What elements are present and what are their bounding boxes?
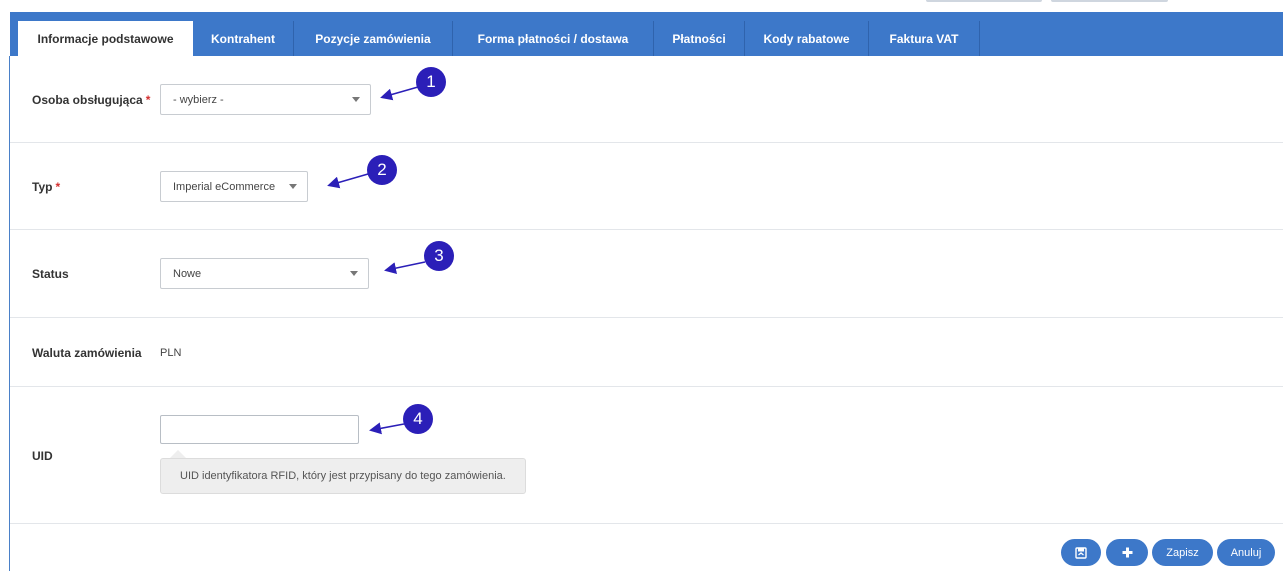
button-label: Anuluj xyxy=(1230,546,1262,559)
tab-label: Płatności xyxy=(672,31,726,46)
row-waluta: Waluta zamówienia PLN xyxy=(10,318,1283,387)
typ-select[interactable]: Imperial eCommerce xyxy=(160,171,308,202)
marker-number: 1 xyxy=(426,72,436,91)
tab-forma-platnosci[interactable]: Forma płatności / dostawa xyxy=(453,21,654,56)
annotation-marker-2: 2 xyxy=(367,155,397,185)
required-mark: * xyxy=(145,93,151,107)
uid-input[interactable] xyxy=(160,415,359,444)
save-return-icon xyxy=(1075,546,1087,559)
tab-faktura-vat[interactable]: Faktura VAT xyxy=(869,21,980,56)
tab-label: Pozycje zamówienia xyxy=(315,31,431,46)
field-label: Osoba obsługująca * xyxy=(32,93,150,107)
label-text: Osoba obsługująca xyxy=(32,93,143,107)
annotation-marker-3: 3 xyxy=(424,241,454,271)
tab-label: Faktura VAT xyxy=(889,31,959,46)
page: Informacje podstawowe Kontrahent Pozycje… xyxy=(0,0,1283,571)
caret-down-icon xyxy=(350,271,358,276)
tab-pozycje-zamowienia[interactable]: Pozycje zamówienia xyxy=(294,21,453,56)
add-button[interactable] xyxy=(1106,539,1148,566)
field-label: Typ * xyxy=(32,180,60,194)
uid-help-tooltip: UID identyfikatora RFID, który jest przy… xyxy=(160,458,526,494)
tab-label: Informacje podstawowe xyxy=(37,32,174,46)
caret-down-icon xyxy=(289,184,297,189)
tab-informacje-podstawowe[interactable]: Informacje podstawowe xyxy=(18,21,193,57)
field-label: Status xyxy=(32,267,69,281)
field-label: Waluta zamówienia xyxy=(32,346,142,360)
tab-platnosci[interactable]: Płatności xyxy=(654,21,745,56)
tab-label: Kody rabatowe xyxy=(763,31,850,46)
required-mark: * xyxy=(55,180,61,194)
caret-down-icon xyxy=(352,97,360,102)
top-button-edge[interactable] xyxy=(1051,0,1168,2)
select-value: Imperial eCommerce xyxy=(173,180,276,193)
tab-bar: Informacje podstawowe Kontrahent Pozycje… xyxy=(10,12,1283,57)
annotation-marker-1: 1 xyxy=(416,67,446,97)
annotation-marker-4: 4 xyxy=(403,404,433,434)
tab-kody-rabatowe[interactable]: Kody rabatowe xyxy=(745,21,869,56)
select-value: - wybierz - xyxy=(173,93,224,106)
plus-icon xyxy=(1122,547,1132,558)
save-and-return-button[interactable] xyxy=(1061,539,1101,566)
marker-number: 4 xyxy=(413,409,423,428)
row-uid: UID UID identyfikatora RFID, który jest … xyxy=(10,387,1283,524)
label-text: Status xyxy=(32,267,69,281)
tooltip-text: UID identyfikatora RFID, który jest przy… xyxy=(180,470,506,482)
row-status: Status Nowe xyxy=(10,230,1283,318)
tab-kontrahent[interactable]: Kontrahent xyxy=(193,21,294,56)
label-text: UID xyxy=(32,449,53,463)
row-typ: Typ * Imperial eCommerce xyxy=(10,143,1283,230)
select-value: Nowe xyxy=(173,267,202,280)
tooltip-arrow xyxy=(170,450,186,458)
cancel-button[interactable]: Anuluj xyxy=(1217,539,1275,566)
marker-number: 3 xyxy=(434,246,444,265)
row-osoba-obslugujaca: Osoba obsługująca * - wybierz - xyxy=(10,56,1283,143)
field-label: UID xyxy=(32,449,53,463)
tab-label: Kontrahent xyxy=(211,31,275,46)
status-select[interactable]: Nowe xyxy=(160,258,369,289)
osoba-obslugujaca-select[interactable]: - wybierz - xyxy=(160,84,371,115)
marker-number: 2 xyxy=(377,160,387,179)
waluta-value: PLN xyxy=(160,347,182,359)
label-text: Waluta zamówienia xyxy=(32,346,142,360)
button-label: Zapisz xyxy=(1166,546,1199,559)
save-button[interactable]: Zapisz xyxy=(1152,539,1213,566)
top-button-edge[interactable] xyxy=(926,0,1042,2)
label-text: Typ xyxy=(32,180,53,194)
tab-label: Forma płatności / dostawa xyxy=(477,31,629,46)
